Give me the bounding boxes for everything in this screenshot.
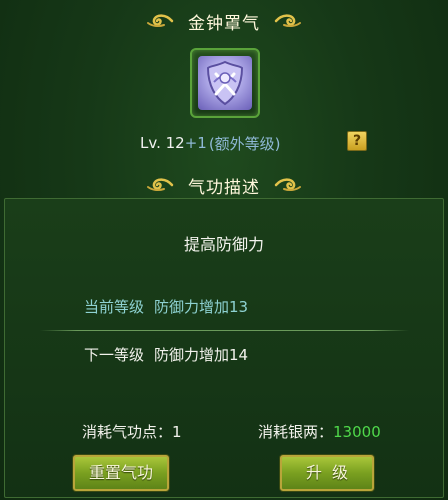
- current-level-line: 当前等级 防御力增加13: [84, 296, 248, 317]
- next-level-label: 下一等级: [84, 346, 145, 364]
- help-button[interactable]: ?: [347, 131, 367, 151]
- skill-level: Lv. 12 +1 (额外等级): [140, 132, 281, 154]
- next-level-value: 防御力增加14: [154, 346, 249, 364]
- silver-cost: 消耗银两：13000: [258, 421, 381, 442]
- effect-title: 提高防御力: [183, 235, 264, 254]
- divider: [40, 330, 409, 331]
- gold-swirl-right-icon: [274, 12, 302, 30]
- section-title: 气功描述: [188, 177, 260, 198]
- gold-swirl-left-icon: [146, 12, 174, 30]
- silver-cost-value: 13000: [333, 423, 381, 441]
- section-title-row: 气功描述: [0, 170, 448, 200]
- gold-swirl-left-icon: [146, 176, 174, 194]
- golden-bell-shield-icon: [198, 56, 252, 110]
- next-level-line: 下一等级 防御力增加14: [84, 344, 248, 365]
- points-cost-label: 消耗气功点：: [82, 423, 173, 441]
- current-level-value: 防御力增加13: [154, 298, 249, 316]
- level-extra-note: (额外等级): [208, 134, 281, 153]
- reset-qigong-button[interactable]: 重置气功: [73, 455, 169, 491]
- qigong-points-cost: 消耗气功点：1: [82, 421, 182, 442]
- header-title-row: 金钟罩气: [0, 6, 448, 36]
- current-level-label: 当前等级: [84, 298, 145, 316]
- skill-name-title: 金钟罩气: [188, 13, 260, 34]
- skill-icon-frame[interactable]: [190, 48, 260, 118]
- level-bonus: +1: [184, 134, 207, 152]
- gold-swirl-right-icon: [274, 176, 302, 194]
- upgrade-button[interactable]: 升级: [280, 455, 374, 491]
- level-main: Lv. 12: [140, 134, 185, 152]
- points-cost-value: 1: [172, 423, 182, 441]
- silver-cost-label: 消耗银两：: [258, 423, 334, 441]
